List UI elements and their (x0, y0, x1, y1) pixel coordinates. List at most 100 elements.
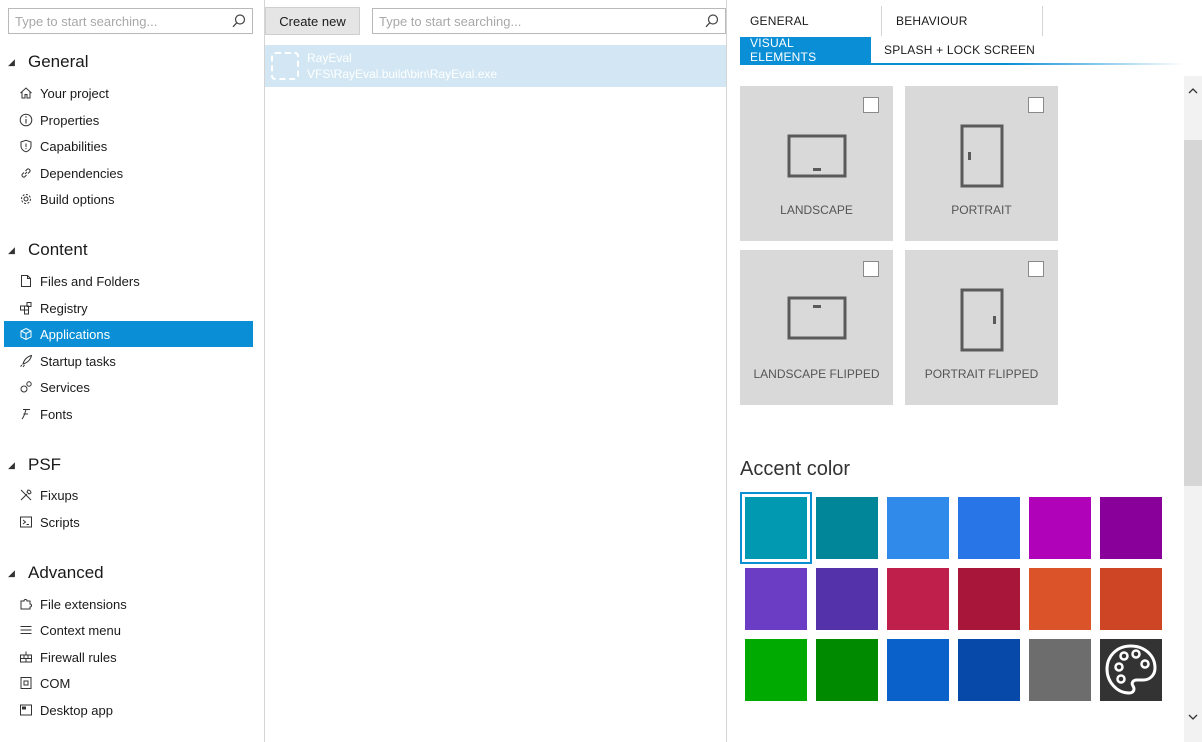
custom-color-button[interactable] (1100, 639, 1162, 701)
left-search-box[interactable] (8, 8, 253, 34)
accent-color-heading: Accent color (740, 458, 851, 480)
sidebar-item-label: Firewall rules (40, 649, 117, 665)
accent-swatch[interactable] (816, 568, 878, 630)
middle-search-box[interactable] (372, 8, 726, 34)
portrait-checkbox[interactable] (1028, 97, 1044, 113)
sidebar-item-fonts[interactable]: Fonts (4, 401, 253, 427)
accent-swatch[interactable] (1100, 568, 1162, 630)
sidebar-item-files-and-folders[interactable]: Files and Folders (4, 268, 253, 294)
accent-swatch[interactable] (1029, 639, 1091, 701)
accent-swatch[interactable] (816, 497, 878, 559)
info-icon (18, 112, 34, 128)
accent-swatch[interactable] (745, 568, 807, 630)
sidebar-item-label: Fixups (40, 487, 79, 503)
accent-swatch[interactable] (1100, 497, 1162, 559)
sidebar-item-label: File extensions (40, 596, 127, 612)
collapse-triangle-icon[interactable]: ◢ (8, 460, 16, 471)
tab-splash-lock-screen[interactable]: SPLASH + LOCK SCREEN (884, 37, 1035, 63)
landscape-checkbox[interactable] (863, 97, 879, 113)
tab-divider (881, 6, 882, 36)
sidebar-item-label: Capabilities (40, 138, 108, 154)
portrait-flipped-checkbox[interactable] (1028, 261, 1044, 277)
collapse-triangle-icon[interactable]: ◢ (8, 245, 16, 256)
sidebar-item-context-menu[interactable]: Context menu (4, 617, 253, 643)
sidebar-item-desktop-app[interactable]: Desktop app (4, 697, 253, 723)
tab-behaviour[interactable]: BEHAVIOUR (896, 8, 968, 34)
sidebar-item-fixups[interactable]: Fixups (4, 482, 253, 508)
sidebar-item-label: Files and Folders (40, 273, 140, 289)
scrollbar-thumb[interactable] (1184, 140, 1202, 486)
sidebar-item-label: Your project (40, 85, 109, 101)
accent-swatch[interactable] (816, 639, 878, 701)
firewall-icon (18, 649, 34, 665)
sidebar-item-label: Dependencies (40, 165, 124, 181)
sidebar-item-properties[interactable]: Properties (4, 107, 253, 133)
sidebar-item-firewall-rules[interactable]: Firewall rules (4, 644, 253, 670)
app-path: VFS\RayEval.build\bin\RayEval.exe (307, 67, 498, 81)
landscape-flipped-device-icon (787, 296, 847, 340)
orientation-tile-portrait-flipped[interactable]: PORTRAIT FLIPPED (905, 250, 1058, 405)
sidebar-item-label: Context menu (40, 622, 121, 638)
sidebar-item-services[interactable]: Services (4, 374, 253, 400)
sidebar-item-applications[interactable]: Applications (4, 321, 253, 347)
accent-swatch[interactable] (740, 492, 812, 564)
collapse-triangle-icon[interactable]: ◢ (8, 568, 16, 579)
cube-icon (18, 326, 34, 342)
group-label: General (28, 52, 89, 71)
palette-icon (1105, 644, 1157, 695)
accent-swatch[interactable] (887, 568, 949, 630)
sidebar-item-com[interactable]: COM (4, 670, 253, 696)
tab-general[interactable]: GENERAL (750, 8, 809, 34)
sidebar-item-file-extensions[interactable]: File extensions (4, 591, 253, 617)
sidebar-item-dependencies[interactable]: Dependencies (4, 160, 253, 186)
application-list-item[interactable]: RayEval VFS\RayEval.build\bin\RayEval.ex… (265, 45, 726, 87)
search-icon[interactable] (231, 13, 247, 29)
accent-swatch[interactable] (958, 497, 1020, 559)
orientation-tile-portrait[interactable]: PORTRAIT (905, 86, 1058, 241)
app-name: RayEval (307, 51, 352, 65)
accent-swatch[interactable] (1029, 497, 1091, 559)
sidebar-item-startup-tasks[interactable]: Startup tasks (4, 348, 253, 374)
sidebar-item-scripts[interactable]: Scripts (4, 509, 253, 535)
sidebar-item-label: Applications (40, 326, 111, 342)
collapse-triangle-icon[interactable]: ◢ (8, 57, 16, 68)
sidebar-item-label: COM (40, 675, 71, 691)
landscape-device-icon (787, 134, 847, 178)
accent-swatch[interactable] (745, 639, 807, 701)
left-search-input[interactable] (9, 9, 252, 33)
tab-visual-elements[interactable]: VISUAL ELEMENTS (740, 36, 871, 64)
accent-swatch[interactable] (958, 639, 1020, 701)
search-icon[interactable] (704, 13, 720, 29)
landscape-flipped-checkbox[interactable] (863, 261, 879, 277)
registry-icon (18, 300, 34, 316)
group-label: PSF (28, 455, 62, 474)
sidebar-item-label: Startup tasks (40, 353, 116, 369)
middle-search-input[interactable] (373, 9, 725, 33)
tab-underline (740, 63, 1184, 65)
sidebar-item-label: Properties (40, 112, 100, 128)
orientation-tile-landscape-flipped[interactable]: LANDSCAPE FLIPPED (740, 250, 893, 405)
group-general[interactable]: ◢ General (8, 50, 88, 74)
menu-icon (18, 622, 34, 638)
scroll-up-icon[interactable] (1186, 84, 1200, 98)
orientation-tile-landscape[interactable]: LANDSCAPE (740, 86, 893, 241)
sidebar-item-build-options[interactable]: Build options (4, 186, 253, 212)
create-new-button[interactable]: Create new (265, 7, 360, 35)
com-icon (18, 675, 34, 691)
tile-label: LANDSCAPE (780, 203, 853, 217)
group-advanced[interactable]: ◢ Advanced (8, 561, 104, 585)
sidebar-item-capabilities[interactable]: Capabilities (4, 133, 253, 159)
group-psf[interactable]: ◢ PSF (8, 453, 61, 477)
sidebar-item-label: Scripts (40, 514, 80, 530)
accent-swatch[interactable] (887, 497, 949, 559)
tab-divider (1042, 6, 1043, 36)
sidebar-item-registry[interactable]: Registry (4, 295, 253, 321)
puzzle-icon (18, 596, 34, 612)
scroll-down-icon[interactable] (1186, 710, 1200, 724)
accent-swatch[interactable] (887, 639, 949, 701)
accent-swatch[interactable] (1029, 568, 1091, 630)
sidebar-item-your-project[interactable]: Your project (4, 80, 253, 106)
group-content[interactable]: ◢ Content (8, 238, 88, 262)
portrait-device-icon (960, 124, 1004, 188)
accent-swatch[interactable] (958, 568, 1020, 630)
